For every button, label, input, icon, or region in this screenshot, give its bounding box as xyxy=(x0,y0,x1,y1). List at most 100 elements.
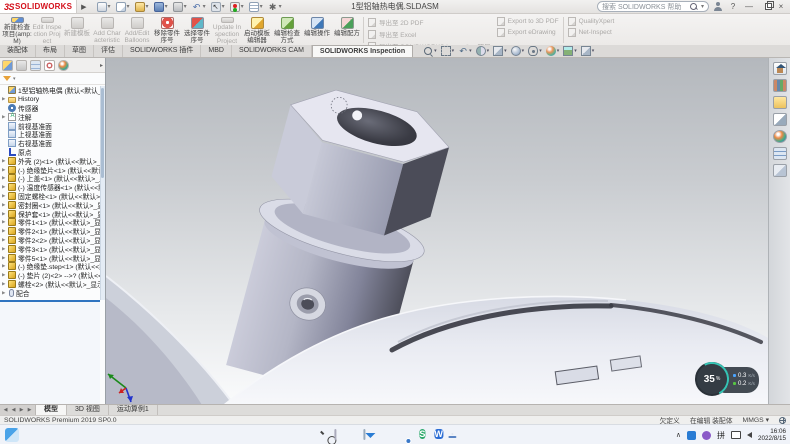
command-tab[interactable]: 装配体 xyxy=(0,45,36,57)
dropdown-caret-icon[interactable]: ▾ xyxy=(146,3,149,10)
input-method-indicator[interactable]: 拼 xyxy=(717,430,725,441)
web-status-icon[interactable] xyxy=(779,417,786,424)
dimxpert-manager-tab-icon[interactable] xyxy=(44,60,55,71)
tab-scroll-arrow-icon[interactable]: ▶ xyxy=(26,407,33,413)
dropdown-caret-icon[interactable]: ▾ xyxy=(222,3,225,10)
ribbon-button[interactable]: 新建检查项目(amp:M) xyxy=(2,15,32,45)
previous-view-icon[interactable]: ↶ ▾ xyxy=(458,46,472,56)
volume-tray-icon[interactable] xyxy=(747,432,752,438)
help-button[interactable]: ? xyxy=(727,1,739,13)
open-file-icon[interactable]: ▾ xyxy=(135,2,149,12)
task-view-icon[interactable] xyxy=(334,430,336,439)
ribbon-button[interactable]: Add/Edit Balloons xyxy=(122,15,152,45)
section-view-icon[interactable]: ▾ xyxy=(476,46,490,56)
tree-item[interactable]: 右视基准面 xyxy=(0,139,100,148)
service-menu-item[interactable]: QualityXpert xyxy=(568,17,615,26)
ribbon-button[interactable]: 编辑检查方式 xyxy=(272,15,302,45)
ribbon-button[interactable]: 新建模板 xyxy=(62,15,92,45)
login-icon[interactable] xyxy=(713,2,723,12)
ribbon-button[interactable]: 编辑配方 xyxy=(332,15,362,45)
tab-scroll-arrow-icon[interactable]: ◀ xyxy=(2,407,9,413)
ribbon-button[interactable]: 移除零件序号 xyxy=(152,15,182,45)
menu-expand-arrow-icon[interactable]: ▶ xyxy=(81,3,86,11)
feature-manager-tab-icon[interactable] xyxy=(2,60,13,71)
expand-arrow-icon[interactable]: ▶ xyxy=(2,290,8,296)
configuration-manager-tab-icon[interactable] xyxy=(30,60,41,71)
dropdown-caret-icon[interactable]: ▾ xyxy=(241,3,244,10)
tree-item[interactable]: ▶ 配合 xyxy=(0,288,100,297)
float-assistant-badge[interactable]: 0.3 K/s 0.2 K/s 35 % xyxy=(695,362,759,398)
dropdown-caret-icon[interactable]: ▾ xyxy=(108,3,111,10)
ribbon-button[interactable]: 编辑操作 xyxy=(302,15,332,45)
clock[interactable]: 16:06 2022/8/15 xyxy=(758,428,786,442)
restore-button[interactable] xyxy=(759,1,771,13)
dropdown-caret-icon[interactable]: ▾ xyxy=(127,3,130,10)
ribbon-button[interactable]: Edit Inspection Project xyxy=(32,15,62,45)
ribbon-button[interactable]: Add Characteristic xyxy=(92,15,122,45)
new-document-icon[interactable]: ▾ xyxy=(116,2,130,12)
model-tab[interactable]: 运动算例1 xyxy=(109,405,158,415)
dropdown-caret-icon[interactable]: ▾ xyxy=(260,3,263,10)
dropdown-caret-icon[interactable]: ▾ xyxy=(279,3,282,10)
command-tab[interactable]: SOLIDWORKS 插件 xyxy=(123,45,201,57)
dropdown-caret-icon[interactable]: ▾ xyxy=(165,3,168,10)
dropdown-caret-icon[interactable]: ▾ xyxy=(203,3,206,10)
memory-usage-circle[interactable]: 35 % xyxy=(695,362,729,396)
model-tab[interactable]: 3D 视图 xyxy=(67,405,109,415)
display-manager-tab-icon[interactable] xyxy=(58,60,69,71)
units-selector[interactable]: MMGS ▾ xyxy=(743,416,769,424)
file-properties-icon[interactable]: ▾ xyxy=(249,2,263,12)
ribbon-button[interactable]: 选择零件序号 xyxy=(182,15,212,45)
print-icon[interactable]: ▾ xyxy=(173,2,187,12)
tree-item[interactable]: ▶ 螺栓<2> (默认<<默认>_显示状态 xyxy=(0,280,100,289)
tree-item[interactable]: ▶ History xyxy=(0,95,100,104)
home-icon[interactable] xyxy=(773,62,787,75)
search-dropdown-caret-icon[interactable]: ▾ xyxy=(701,3,704,10)
close-button[interactable]: × xyxy=(775,1,787,13)
ribbon-button[interactable]: Update Inspection Project xyxy=(212,15,242,45)
search-icon[interactable] xyxy=(690,3,698,11)
view-orientation-icon[interactable]: ▾ xyxy=(493,46,507,56)
solidworks-app-icon[interactable] xyxy=(451,433,453,435)
minimize-button[interactable]: — xyxy=(743,1,755,13)
tray-expand-icon[interactable]: ∧ xyxy=(676,431,681,439)
display-style-icon[interactable]: ▾ xyxy=(511,46,525,56)
tree-item[interactable]: 1型铝轴热电偶 (默认<默认_显示状态-1 xyxy=(0,86,100,95)
app-tray-icon[interactable] xyxy=(702,431,711,440)
appearances-icon[interactable] xyxy=(773,130,787,143)
edit-appearance-icon[interactable]: ▾ xyxy=(546,46,560,56)
view-palette-icon[interactable] xyxy=(773,113,787,126)
command-tab[interactable]: 草图 xyxy=(65,45,94,57)
view-settings-icon[interactable]: ▾ xyxy=(581,46,595,56)
s-app-icon[interactable]: S xyxy=(419,427,425,441)
custom-properties-icon[interactable] xyxy=(773,147,787,160)
home-icon[interactable]: ▾ xyxy=(97,2,111,12)
options-gear-icon[interactable]: ✱ ▾ xyxy=(268,2,282,12)
solidworks-logo[interactable]: 3S SOLIDWORKS xyxy=(0,0,77,13)
zoom-area-icon[interactable]: ▾ xyxy=(441,46,455,56)
filter-caret-icon[interactable]: ▾ xyxy=(13,76,16,82)
file-explorer-icon[interactable] xyxy=(773,96,787,109)
property-manager-tab-icon[interactable] xyxy=(16,60,27,71)
tab-scroll-arrow-icon[interactable]: ▶ xyxy=(18,407,25,413)
apply-scene-icon[interactable]: ▾ xyxy=(563,46,577,56)
select-cursor-icon[interactable]: ↖ ▾ xyxy=(211,2,225,12)
export-menu-item[interactable]: 导出至 Excel xyxy=(368,29,491,39)
model-tab[interactable]: 模型 xyxy=(36,405,67,415)
panel-tabs-overflow-icon[interactable]: ▸ xyxy=(100,62,103,69)
command-tab[interactable]: SOLIDWORKS CAM xyxy=(232,45,312,57)
solidworks-resources-icon[interactable] xyxy=(773,164,787,177)
command-tab[interactable]: SOLIDWORKS Inspection xyxy=(312,45,413,57)
command-tab[interactable]: 布局 xyxy=(36,45,65,57)
service-menu-item[interactable]: Net-Inspect xyxy=(568,28,615,37)
widgets-icon[interactable] xyxy=(5,428,19,442)
tree-scrollbar-thumb[interactable] xyxy=(101,88,104,178)
export-menu-item[interactable]: 导出至 2D PDF xyxy=(368,17,491,27)
wps-icon[interactable]: W xyxy=(434,427,443,441)
tree-filter[interactable]: ▾ xyxy=(0,73,105,85)
tree-scrollbar[interactable] xyxy=(100,86,105,300)
network-tray-icon[interactable] xyxy=(731,431,741,439)
command-tab[interactable]: MBD xyxy=(201,45,232,57)
dropdown-caret-icon[interactable]: ▾ xyxy=(184,3,187,10)
command-tab[interactable]: 评估 xyxy=(94,45,123,57)
